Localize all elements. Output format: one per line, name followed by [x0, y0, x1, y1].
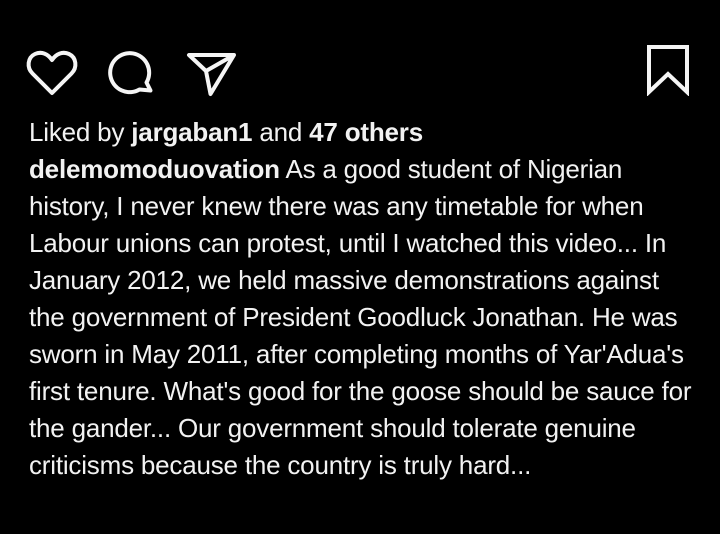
- caption-username[interactable]: delemomoduovation: [29, 154, 280, 184]
- caption-text: As a good student of Nigerian history, I…: [29, 154, 692, 480]
- liked-by-connector: and: [259, 117, 303, 147]
- heart-icon[interactable]: [24, 47, 80, 99]
- post-text-area: Liked by jargaban1 and 47 others delemom…: [29, 114, 699, 484]
- bookmark-icon[interactable]: [644, 44, 692, 97]
- other-likes-link[interactable]: 47 others: [309, 117, 423, 147]
- likes-summary: Liked by jargaban1 and 47 others: [29, 114, 699, 151]
- comment-icon[interactable]: [106, 47, 158, 99]
- share-icon[interactable]: [186, 50, 238, 98]
- post-action-bar: [0, 0, 720, 110]
- caption: delemomoduovation As a good student of N…: [29, 151, 699, 484]
- liked-by-label: Liked by: [29, 117, 125, 147]
- liker-username[interactable]: jargaban1: [131, 117, 252, 147]
